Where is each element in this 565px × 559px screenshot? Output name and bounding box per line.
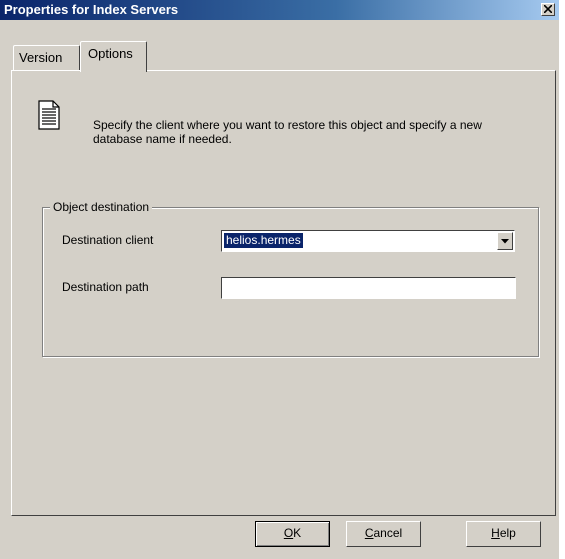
help-button[interactable]: Help xyxy=(466,521,541,547)
properties-dialog: Properties for Index Servers Version Opt… xyxy=(0,0,559,559)
destination-client-label: Destination client xyxy=(62,233,154,247)
destination-client-value: helios.hermes xyxy=(224,233,303,248)
ok-label-rest: K xyxy=(293,526,302,540)
destination-path-input[interactable] xyxy=(221,277,516,299)
dropdown-button[interactable] xyxy=(497,232,513,250)
tab-options-label: Options xyxy=(88,46,133,61)
destination-client-select[interactable]: helios.hermes xyxy=(221,230,515,252)
destination-path-label: Destination path xyxy=(62,280,149,294)
tab-version[interactable]: Version xyxy=(13,45,80,70)
tab-version-label: Version xyxy=(19,50,63,65)
help-mnemonic: H xyxy=(491,526,500,540)
document-icon xyxy=(38,100,60,130)
instructions-text: Specify the client where you want to res… xyxy=(93,118,482,146)
chevron-down-icon xyxy=(501,239,509,244)
close-button[interactable] xyxy=(541,3,555,16)
window-title: Properties for Index Servers xyxy=(4,2,179,17)
ok-mnemonic: O xyxy=(283,526,294,540)
tab-options[interactable]: Options xyxy=(80,41,147,72)
close-icon xyxy=(544,5,552,13)
cancel-button[interactable]: Cancel xyxy=(346,521,421,547)
title-bar[interactable]: Properties for Index Servers xyxy=(0,0,559,20)
help-label-rest: elp xyxy=(499,526,516,540)
background-edge xyxy=(559,0,565,559)
group-title: Object destination xyxy=(50,200,153,214)
ok-button[interactable]: OK xyxy=(255,521,330,547)
cancel-label-rest: ancel xyxy=(373,526,403,540)
